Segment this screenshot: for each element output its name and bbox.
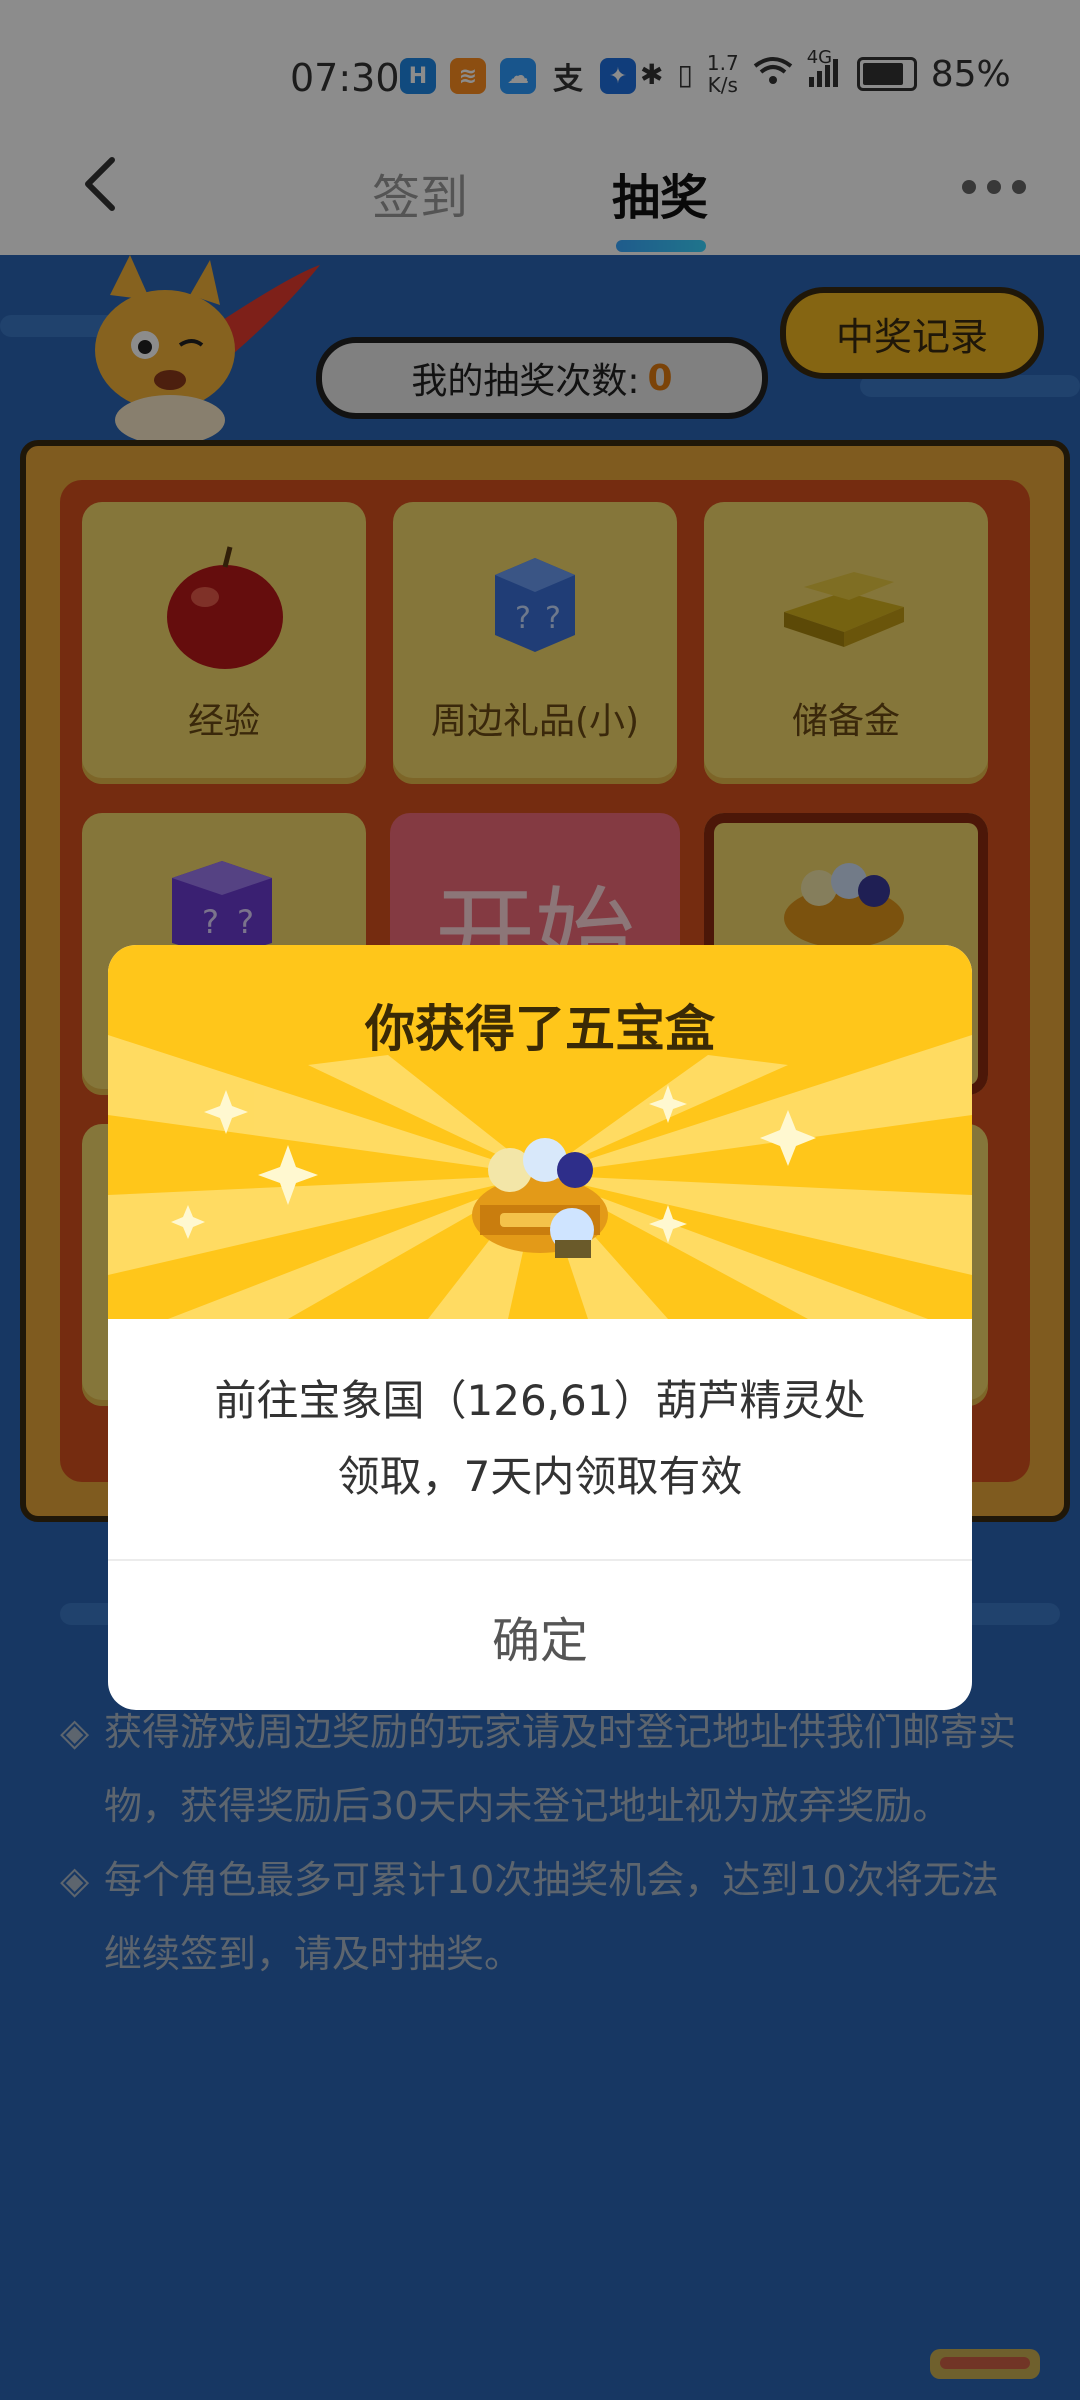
dialog-message-line: 领取，7天内领取有效: [337, 1452, 743, 1501]
treasure-pot-icon: [460, 1115, 620, 1269]
dialog-message: 前往宝象国（126,61）葫芦精灵处 领取，7天内领取有效: [148, 1363, 932, 1515]
dialog-message-line: 前往宝象国（126,61）葫芦精灵处: [214, 1376, 866, 1425]
dialog-title: 你获得了五宝盒: [365, 1000, 715, 1058]
prize-result-dialog: 你获得了五宝盒 前往宝象国（126,61）葫芦精灵处 领取，7天内领取有效 确定: [108, 945, 972, 1710]
confirm-button[interactable]: 确定: [108, 1561, 972, 1710]
dialog-header: 你获得了五宝盒: [108, 945, 972, 1319]
